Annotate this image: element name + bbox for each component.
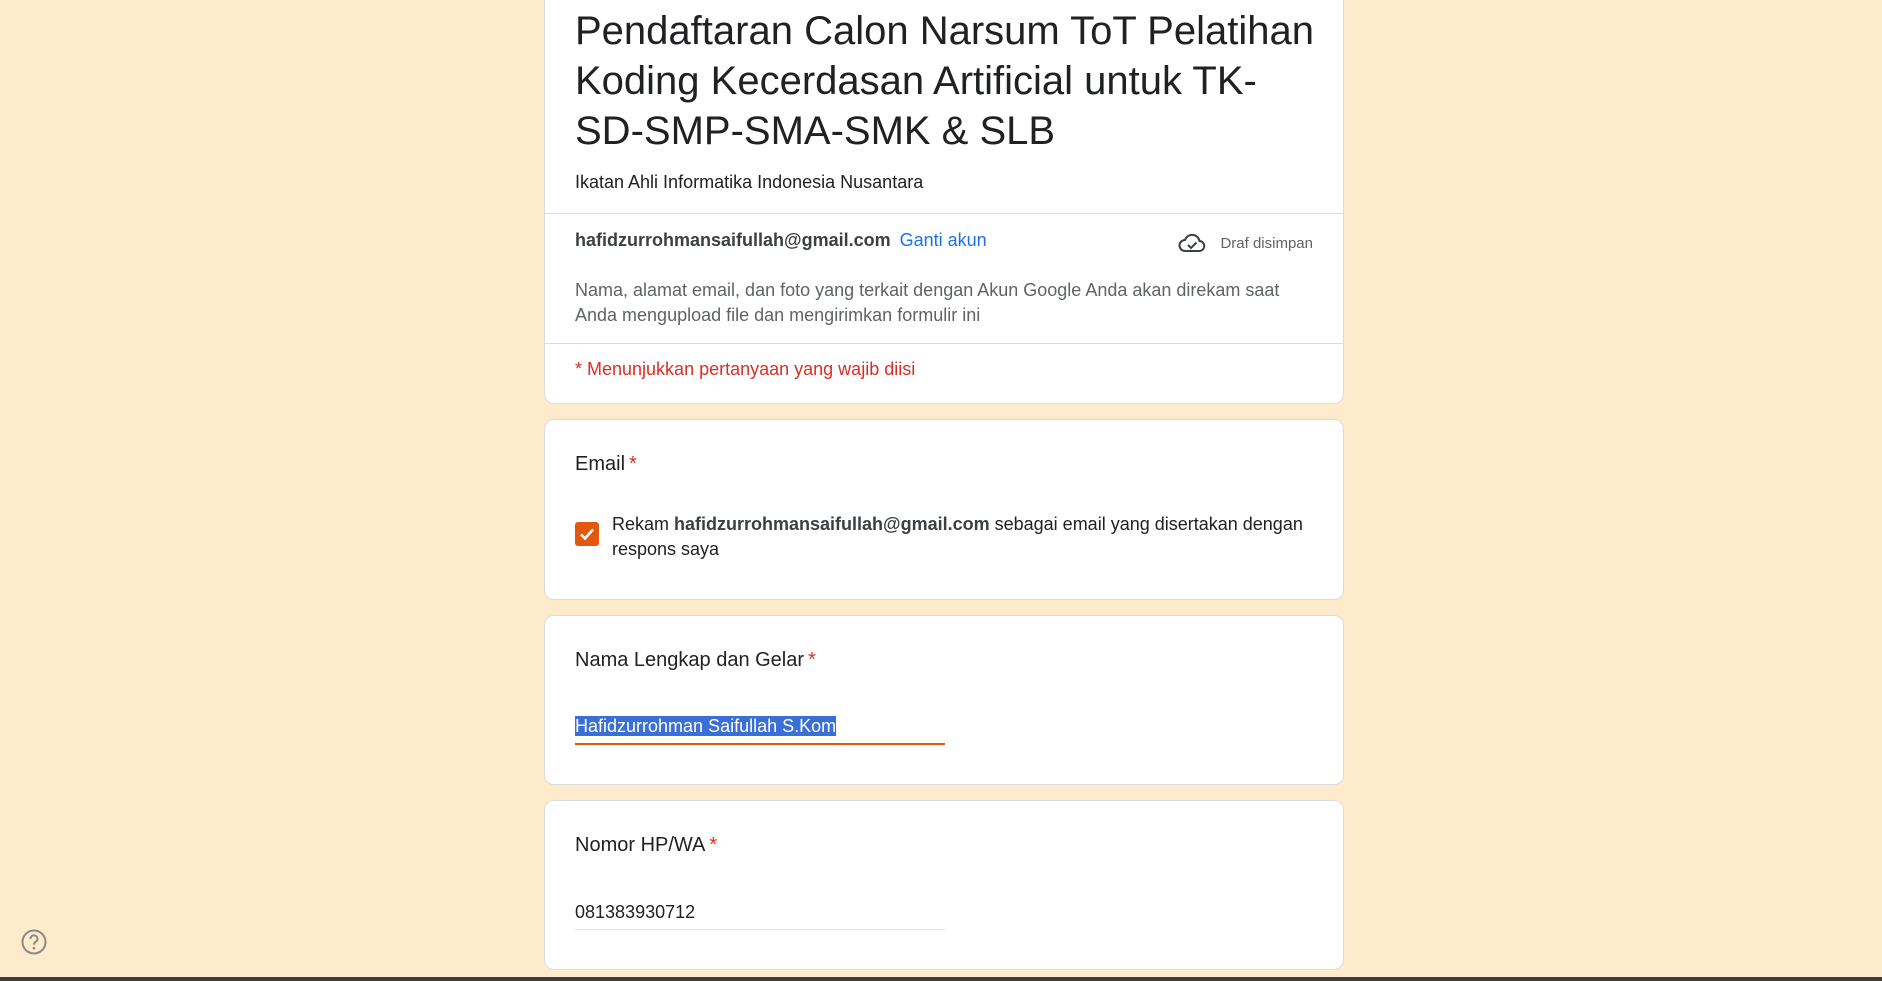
phone-input[interactable]: 081383930712 xyxy=(575,902,945,930)
form-page: Pendaftaran Calon Narsum ToT Pelatihan K… xyxy=(0,0,1882,981)
question-title-text: Email xyxy=(575,453,626,475)
privacy-divider xyxy=(545,343,1343,344)
full-name-input[interactable]: Hafidzurrohman Saifullah S.Kom xyxy=(575,716,945,745)
full-name-value: Hafidzurrohman Saifullah S.Kom xyxy=(575,716,837,736)
label-email: hafidzurrohmansaifullah@gmail.com xyxy=(674,514,990,534)
draft-status: Draf disimpan xyxy=(1178,232,1313,254)
question-name-card: Nama Lengkap dan Gelar * Hafidzurrohman S… xyxy=(544,615,1344,785)
cloud-check-icon xyxy=(1179,233,1206,252)
privacy-note: Nama, alamat email, dan foto yang terkai… xyxy=(575,280,1280,325)
form-header-card: Pendaftaran Calon Narsum ToT Pelatihan K… xyxy=(544,0,1344,404)
required-asterisk: * xyxy=(709,834,718,856)
account-email: hafidzurrohmansaifullah@gmail.com xyxy=(575,230,891,250)
form-column: Pendaftaran Calon Narsum ToT Pelatihan K… xyxy=(544,0,1344,970)
required-note: * Menunjukkan pertanyaan yang wajib diis… xyxy=(575,359,916,379)
form-title: Pendaftaran Calon Narsum ToT Pelatihan K… xyxy=(575,9,1314,153)
required-asterisk: * xyxy=(808,649,816,671)
form-subtitle: Ikatan Ahli Informatika Indonesia Nusant… xyxy=(575,172,924,192)
label-prefix: Rekam xyxy=(612,514,675,534)
question-title: Nama Lengkap dan Gelar * xyxy=(575,649,816,672)
question-title: Nomor HP/WA * xyxy=(575,834,717,857)
required-asterisk: * xyxy=(629,453,637,475)
account-info: hafidzurrohmansaifullah@gmail.com Ganti … xyxy=(575,230,987,251)
header-divider xyxy=(545,213,1343,214)
help-circle-icon[interactable] xyxy=(20,928,48,956)
check-icon xyxy=(580,528,594,541)
record-email-checkbox[interactable] xyxy=(575,522,599,546)
question-phone-card: Nomor HP/WA * 081383930712 xyxy=(544,800,1344,970)
question-email-card: Email * Rekam hafidzurrohmansaifullah@gma… xyxy=(544,419,1344,600)
phone-value: 081383930712 xyxy=(575,902,696,922)
draft-status-label: Draf disimpan xyxy=(1220,234,1313,252)
switch-account-link[interactable]: Ganti akun xyxy=(900,230,987,250)
bottom-bar xyxy=(0,977,1882,981)
question-title: Email * xyxy=(575,453,637,476)
record-email-label: Rekam hafidzurrohmansaifullah@gmail.com … xyxy=(612,512,1312,562)
question-title-text: Nama Lengkap dan Gelar xyxy=(575,649,805,671)
question-title-text: Nomor HP/WA xyxy=(575,834,706,856)
